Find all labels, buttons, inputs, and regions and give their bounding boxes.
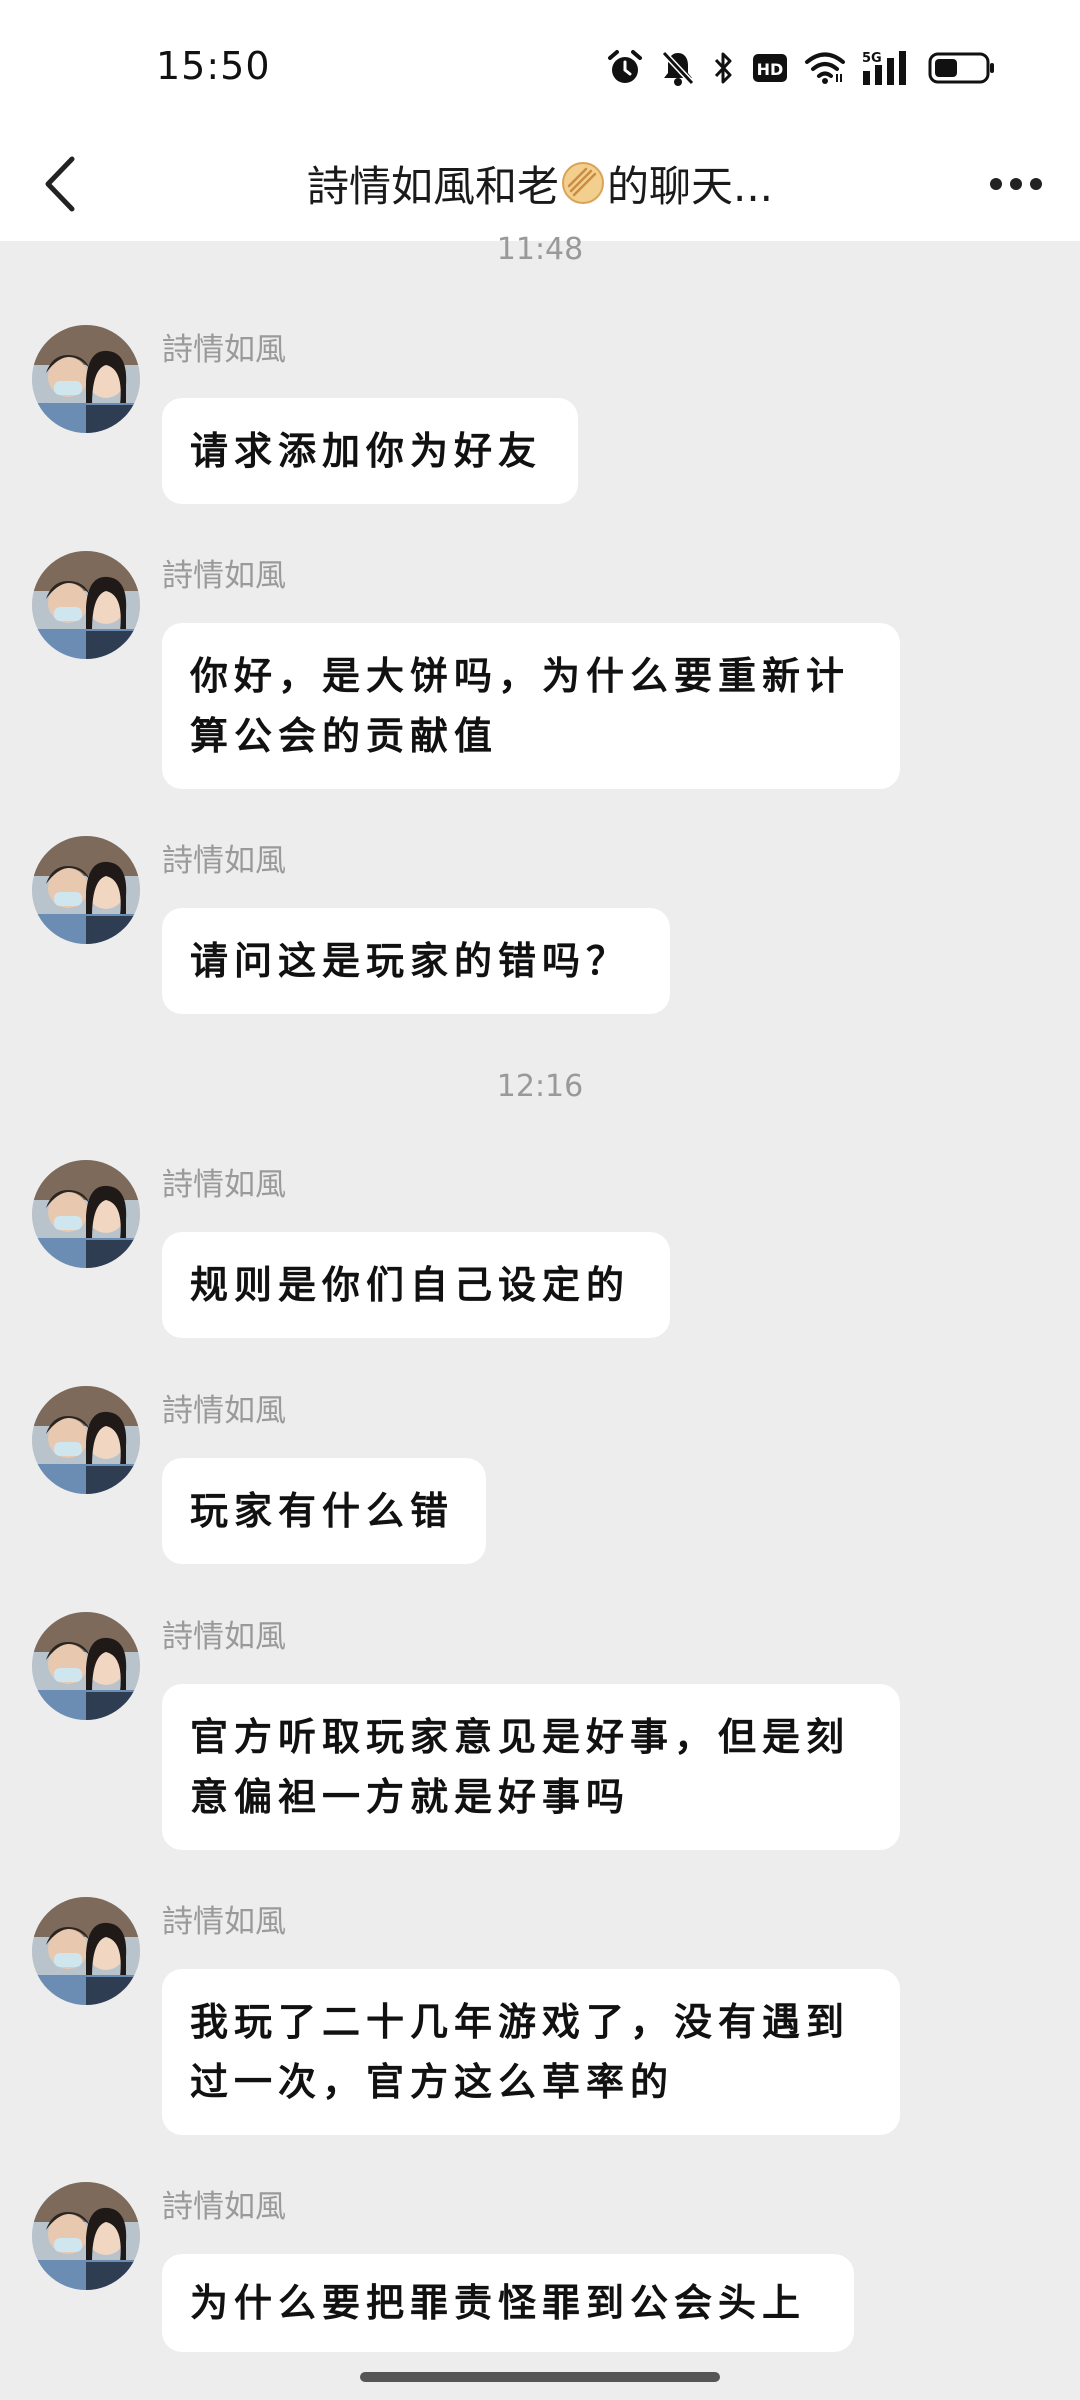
mute-icon xyxy=(660,49,696,87)
avatar[interactable] xyxy=(32,2182,140,2290)
avatar[interactable] xyxy=(32,1160,140,1268)
message-bubble[interactable]: 请问这是玩家的错吗？ xyxy=(162,908,670,1014)
more-button[interactable] xyxy=(980,148,1052,220)
battery-icon xyxy=(928,51,996,85)
message-bubble[interactable]: 规则是你们自己设定的 xyxy=(162,1232,670,1338)
message-text: 规则是你们自己设定的 xyxy=(190,1263,631,1307)
sender-name: 詩情如風 xyxy=(162,1904,286,1940)
hd-icon: HD xyxy=(752,52,788,84)
network-label: 5G xyxy=(862,51,882,66)
avatar-photo xyxy=(32,836,140,944)
back-button[interactable] xyxy=(30,144,90,224)
chat-title-suffix: 的聊天... xyxy=(606,161,774,211)
home-indicator[interactable] xyxy=(360,2372,720,2382)
avatar-photo xyxy=(32,2182,140,2290)
chat-title: 詩情如風和老 的聊天... xyxy=(150,148,930,218)
bluetooth-icon xyxy=(712,49,736,87)
avatar-photo xyxy=(32,1897,140,2005)
avatar-photo xyxy=(32,551,140,659)
avatar[interactable] xyxy=(32,325,140,433)
status-time: 15:50 xyxy=(156,44,271,88)
message-bubble[interactable]: 玩家有什么错 xyxy=(162,1458,486,1564)
avatar-photo xyxy=(32,1160,140,1268)
message-text: 玩家有什么错 xyxy=(190,1489,455,1533)
avatar-photo xyxy=(32,325,140,433)
timestamp: 11:48 xyxy=(496,232,584,267)
alarm-icon xyxy=(606,49,644,87)
sender-name: 詩情如風 xyxy=(162,332,286,368)
sender-name: 詩情如風 xyxy=(162,558,286,594)
more-dots-icon xyxy=(990,178,1042,190)
chat-screen: 15:50 HD 5G 詩情如風和老 的聊天... 11:48 詩情如風 请求添… xyxy=(0,0,1080,2400)
avatar[interactable] xyxy=(32,551,140,659)
message-bubble[interactable]: 请求添加你为好友 xyxy=(162,398,578,504)
nav-bar xyxy=(0,2352,1080,2400)
avatar[interactable] xyxy=(32,836,140,944)
sender-name: 詩情如風 xyxy=(162,1393,286,1429)
message-text: 官方听取玩家意见是好事，但是刻意偏袒一方就是好事吗 xyxy=(190,1715,851,1819)
sender-name: 詩情如風 xyxy=(162,843,286,879)
avatar-photo xyxy=(32,1612,140,1720)
avatar[interactable] xyxy=(32,1612,140,1720)
message-text: 你好，是大饼吗，为什么要重新计算公会的贡献值 xyxy=(190,654,851,758)
hd-label: HD xyxy=(757,60,784,79)
timestamp: 12:16 xyxy=(496,1069,584,1104)
chevron-left-icon xyxy=(45,156,75,212)
wifi-icon xyxy=(804,50,846,86)
signal-5g-icon: 5G xyxy=(862,49,912,87)
message-bubble[interactable]: 为什么要把罪责怪罪到公会头上 xyxy=(162,2254,854,2352)
message-bubble[interactable]: 官方听取玩家意见是好事，但是刻意偏袒一方就是好事吗 xyxy=(162,1684,900,1850)
status-bar: 15:50 HD 5G xyxy=(0,0,1080,128)
avatar[interactable] xyxy=(32,1897,140,2005)
title-bar: 詩情如風和老 的聊天... xyxy=(0,128,1080,241)
message-text: 我玩了二十几年游戏了，没有遇到过一次，官方这么草率的 xyxy=(190,2000,851,2104)
status-icons: HD 5G xyxy=(606,46,996,90)
chat-title-text: 詩情如風和老 xyxy=(306,161,559,211)
message-text: 请问这是玩家的错吗？ xyxy=(190,939,631,983)
avatar[interactable] xyxy=(32,1386,140,1494)
message-text: 请求添加你为好友 xyxy=(190,429,543,473)
message-bubble[interactable]: 我玩了二十几年游戏了，没有遇到过一次，官方这么草率的 xyxy=(162,1969,900,2135)
message-text: 为什么要把罪责怪罪到公会头上 xyxy=(190,2281,807,2325)
sender-name: 詩情如風 xyxy=(162,1167,286,1203)
message-bubble[interactable]: 你好，是大饼吗，为什么要重新计算公会的贡献值 xyxy=(162,623,900,789)
flatbread-emoji-icon xyxy=(561,162,604,204)
sender-name: 詩情如風 xyxy=(162,1619,286,1655)
sender-name: 詩情如風 xyxy=(162,2189,286,2225)
avatar-photo xyxy=(32,1386,140,1494)
